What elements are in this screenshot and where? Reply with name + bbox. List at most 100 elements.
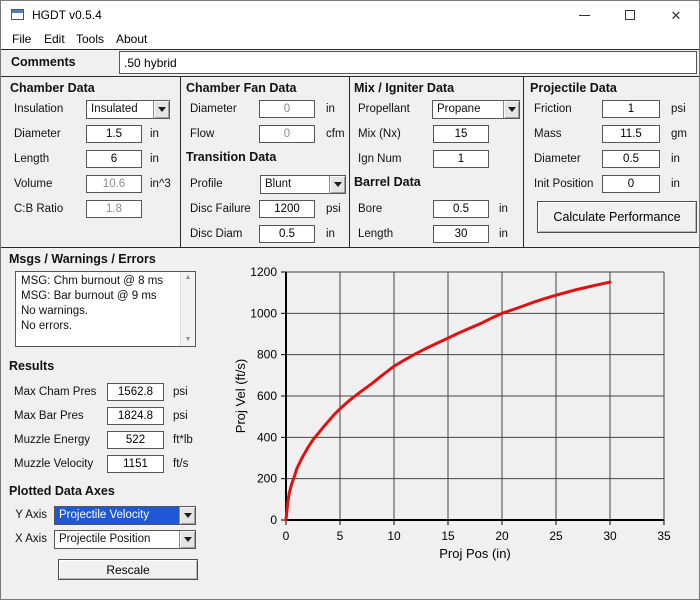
field-label: C:B Ratio	[14, 200, 63, 219]
x-axis-select[interactable]: Projectile Position	[54, 530, 196, 549]
field-label: Max Cham Pres	[14, 383, 96, 402]
app-window: HGDT v0.5.4 ✕ File Edit Tools About Comm…	[0, 0, 700, 600]
unit-label: psi	[173, 383, 188, 402]
mix-nx-input[interactable]	[433, 125, 489, 143]
mass-input[interactable]	[602, 125, 660, 143]
chamber-diameter-input[interactable]	[86, 125, 142, 143]
maximize-icon	[625, 10, 635, 20]
field-init-position: Init Position in	[529, 175, 697, 195]
field-label: Ign Num	[358, 150, 401, 169]
svg-text:10: 10	[387, 529, 401, 543]
field-label: Disc Failure	[190, 200, 251, 219]
svg-text:600: 600	[257, 389, 277, 403]
selected-value: Projectile Position	[55, 531, 179, 548]
field-label: Flow	[190, 125, 214, 144]
unit-label: in^3	[150, 175, 171, 194]
disc-failure-input[interactable]	[259, 200, 315, 218]
result-max-bar-pres: Max Bar Pres psi	[1, 407, 231, 427]
section-title: Chamber Data	[10, 81, 95, 95]
proj-diameter-input[interactable]	[602, 150, 660, 168]
svg-text:0: 0	[283, 529, 290, 543]
selected-value: Insulated	[87, 101, 153, 118]
friction-input[interactable]	[602, 100, 660, 118]
messages-listbox[interactable]: MSG: Chm burnout @ 8 ms MSG: Bar burnout…	[15, 271, 196, 347]
comments-label: Comments	[11, 55, 76, 69]
profile-select[interactable]: Blunt	[260, 175, 346, 194]
init-position-input[interactable]	[602, 175, 660, 193]
field-cb-ratio: C:B Ratio	[9, 200, 175, 220]
unit-label: in	[150, 125, 159, 144]
chevron-down-icon[interactable]	[179, 531, 195, 548]
calculate-performance-button[interactable]: Calculate Performance	[537, 201, 697, 233]
field-label: Propellant	[358, 100, 410, 119]
menu-file[interactable]: File	[9, 31, 34, 47]
field-proj-diameter: Diameter in	[529, 150, 697, 170]
menu-edit[interactable]: Edit	[41, 31, 68, 47]
messages-scrollbar[interactable]: ▲ ▼	[180, 272, 195, 346]
message-line: No warnings.	[17, 304, 178, 319]
menu-tools[interactable]: Tools	[73, 31, 107, 47]
svg-text:1200: 1200	[250, 265, 277, 279]
field-label: Insulation	[14, 100, 63, 119]
result-muzzle-energy: Muzzle Energy ft*lb	[1, 431, 231, 451]
field-label: Y Axis	[1, 506, 47, 525]
insulation-select[interactable]: Insulated	[86, 100, 170, 119]
title-bar: HGDT v0.5.4 ✕	[1, 1, 699, 29]
svg-text:Proj Pos (in): Proj Pos (in)	[439, 546, 511, 561]
unit-label: in	[671, 150, 680, 169]
chevron-down-icon[interactable]	[329, 176, 345, 193]
field-barrel-length: Length in	[353, 225, 519, 245]
field-fan-flow: Flow cfm	[185, 125, 345, 145]
section-title: Mix / Igniter Data	[354, 81, 454, 95]
unit-label: in	[671, 175, 680, 194]
field-label: Length	[358, 225, 393, 244]
section-title: Chamber Fan Data	[186, 81, 296, 95]
field-label: Mix (Nx)	[358, 125, 401, 144]
minimize-button[interactable]	[561, 1, 607, 29]
rescale-button[interactable]: Rescale	[58, 559, 198, 580]
menu-about[interactable]: About	[113, 31, 150, 47]
field-bore: Bore in	[353, 200, 519, 220]
unit-label: ft*lb	[173, 431, 193, 450]
comments-input[interactable]	[119, 51, 697, 74]
chevron-down-icon[interactable]	[503, 101, 519, 118]
field-insulation: Insulation Insulated	[9, 100, 175, 120]
y-axis-select[interactable]: Projectile Velocity	[54, 506, 196, 525]
svg-text:200: 200	[257, 472, 277, 486]
scroll-up-icon[interactable]: ▲	[181, 272, 195, 284]
chamber-length-input[interactable]	[86, 150, 142, 168]
field-label: Profile	[190, 175, 223, 194]
svg-text:0: 0	[270, 513, 277, 527]
field-chamber-volume: Volume in^3	[9, 175, 175, 195]
svg-text:25: 25	[549, 529, 563, 543]
field-label: Diameter	[534, 150, 581, 169]
field-label: Diameter	[190, 100, 237, 119]
field-label: Muzzle Velocity	[14, 455, 93, 474]
maximize-button[interactable]	[607, 1, 653, 29]
selected-value: Projectile Velocity	[55, 507, 179, 524]
section-title: Projectile Data	[530, 81, 617, 95]
scroll-down-icon[interactable]: ▼	[181, 334, 195, 346]
field-mass: Mass gm	[529, 125, 697, 145]
muzzle-energy-output	[107, 431, 164, 449]
propellant-select[interactable]: Propane	[432, 100, 520, 119]
chevron-down-icon[interactable]	[179, 507, 195, 524]
field-label: Bore	[358, 200, 382, 219]
field-label: Max Bar Pres	[14, 407, 84, 426]
chevron-down-icon[interactable]	[153, 101, 169, 118]
disc-diam-input[interactable]	[259, 225, 315, 243]
chamber-data-section: Chamber Data Insulation Insulated Diamet…	[9, 77, 175, 247]
bore-input[interactable]	[433, 200, 489, 218]
field-label: X Axis	[1, 530, 47, 549]
plotted-axes-title: Plotted Data Axes	[9, 484, 115, 498]
svg-text:35: 35	[657, 529, 671, 543]
fan-flow-input[interactable]	[259, 125, 315, 143]
barrel-length-input[interactable]	[433, 225, 489, 243]
close-button[interactable]: ✕	[653, 1, 699, 29]
unit-label: psi	[326, 200, 341, 219]
ign-num-input[interactable]	[433, 150, 489, 168]
section-title: Transition Data	[186, 150, 276, 164]
field-label: Diameter	[14, 125, 61, 144]
minimize-icon	[579, 15, 590, 16]
fan-diameter-input[interactable]	[259, 100, 315, 118]
